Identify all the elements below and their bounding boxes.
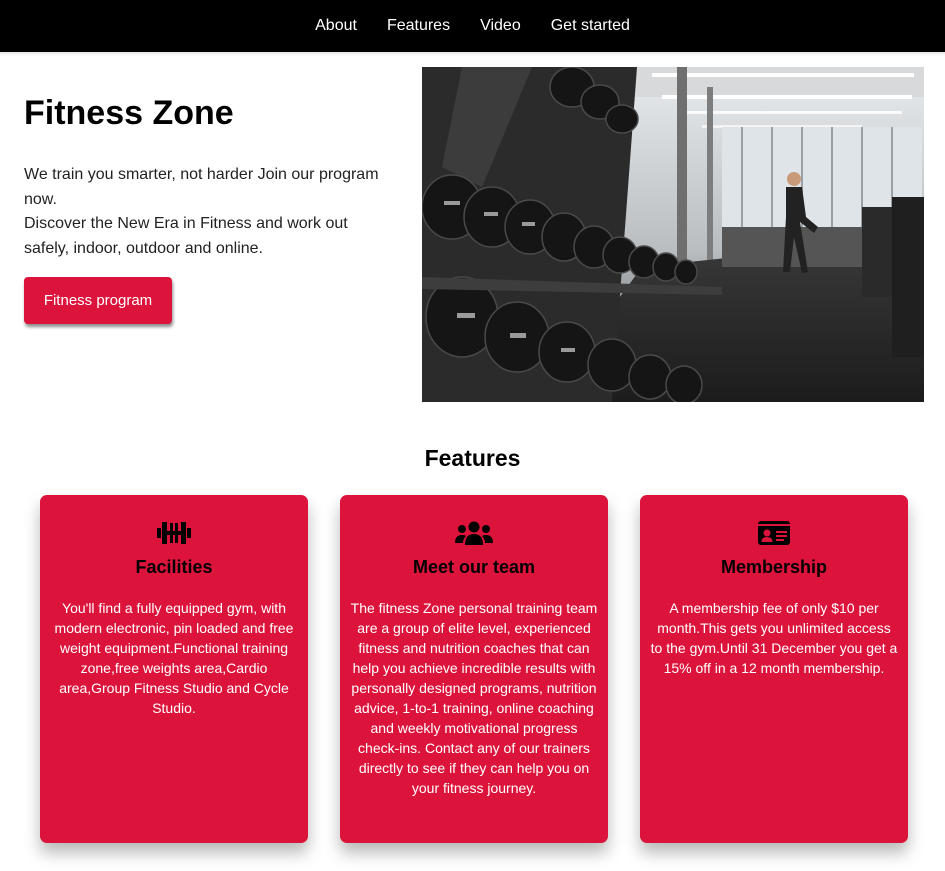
nav-link-about[interactable]: About [315, 17, 357, 35]
feature-card-text: A membership fee of only $10 per month.T… [650, 600, 898, 676]
hero-description: We train you smarter, not harder Join ou… [24, 163, 394, 261]
nav-link-get-started[interactable]: Get started [551, 17, 630, 35]
nav-link-video[interactable]: Video [480, 17, 521, 35]
fitness-program-button[interactable]: Fitness program [24, 277, 172, 324]
feature-card-title: Facilities [135, 557, 213, 577]
feature-card-text: You'll find a fully equipped gym, with m… [54, 600, 294, 716]
id-card-icon [640, 519, 908, 547]
dumbbell-icon [40, 519, 308, 547]
feature-card-text: The fitness Zone personal training team … [350, 600, 598, 796]
feature-card-facilities: Facilities You'll find a fully equipped … [40, 495, 308, 843]
nav-link-features[interactable]: Features [387, 17, 450, 35]
top-navbar: About Features Video Get started [0, 0, 945, 52]
navbar-shadow [0, 52, 945, 56]
users-icon [340, 519, 608, 547]
feature-card-title: Meet our team [412, 557, 536, 577]
hero-title: Fitness Zone [24, 94, 234, 132]
hero-text-line-1: We train you smarter, not harder Join ou… [24, 166, 379, 208]
feature-card-meet-our-team: Meet our team The fitness Zone personal … [340, 495, 608, 843]
features-section-title: Features [424, 445, 521, 471]
hero-text-line-2: Discover the New Era in Fitness and work… [24, 215, 348, 257]
feature-card-title: Membership [720, 557, 828, 577]
feature-card-membership: Membership A membership fee of only $10 … [640, 495, 908, 843]
hero-gym-image [422, 67, 924, 402]
